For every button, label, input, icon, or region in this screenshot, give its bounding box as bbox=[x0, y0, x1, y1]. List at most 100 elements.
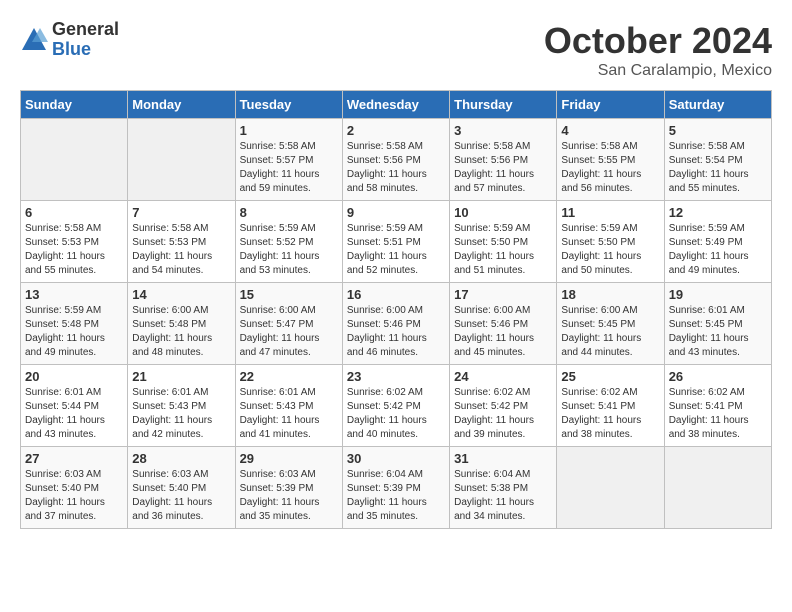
location: San Caralampio, Mexico bbox=[544, 62, 772, 80]
day-number: 23 bbox=[347, 369, 445, 384]
cell-content: Sunrise: 6:01 AMSunset: 5:43 PMDaylight:… bbox=[132, 386, 230, 442]
day-number: 1 bbox=[240, 123, 338, 138]
calendar-cell: 28Sunrise: 6:03 AMSunset: 5:40 PMDayligh… bbox=[128, 447, 235, 529]
day-number: 25 bbox=[561, 369, 659, 384]
calendar-cell: 21 Sunrise: 6:01 AMSunset: 5:43 PMDayligh… bbox=[128, 365, 235, 447]
cell-content: Sunrise: 6:02 AMSunset: 5:42 PMDaylight:… bbox=[347, 386, 445, 442]
day-number: 18 bbox=[561, 287, 659, 302]
cell-content: Sunrise: 5:58 AMSunset: 5:55 PMDaylight:… bbox=[561, 140, 659, 196]
day-of-week-header: Saturday bbox=[664, 91, 771, 119]
cell-content: Sunrise: 5:59 AMSunset: 5:48 PMDaylight:… bbox=[25, 304, 123, 360]
cell-content: Sunrise: 6:00 AMSunset: 5:45 PMDaylight:… bbox=[561, 304, 659, 360]
day-number: 22 bbox=[240, 369, 338, 384]
calendar-cell bbox=[128, 119, 235, 201]
cell-content: Sunrise: 5:59 AMSunset: 5:51 PMDaylight:… bbox=[347, 222, 445, 278]
cell-content: Sunrise: 5:58 AMSunset: 5:57 PMDaylight:… bbox=[240, 140, 338, 196]
logo: General Blue bbox=[20, 20, 119, 60]
cell-content: Sunrise: 5:58 AMSunset: 5:56 PMDaylight:… bbox=[347, 140, 445, 196]
day-number: 29 bbox=[240, 451, 338, 466]
cell-content: Sunrise: 6:02 AMSunset: 5:41 PMDaylight:… bbox=[669, 386, 767, 442]
calendar-cell: 22Sunrise: 6:01 AMSunset: 5:43 PMDayligh… bbox=[235, 365, 342, 447]
calendar-cell: 18 Sunrise: 6:00 AMSunset: 5:45 PMDayligh… bbox=[557, 283, 664, 365]
day-number: 31 bbox=[454, 451, 552, 466]
cell-content: Sunrise: 5:59 AMSunset: 5:49 PMDaylight:… bbox=[669, 222, 767, 278]
day-of-week-header: Thursday bbox=[450, 91, 557, 119]
calendar-cell: 5Sunrise: 5:58 AMSunset: 5:54 PMDaylight… bbox=[664, 119, 771, 201]
day-number: 30 bbox=[347, 451, 445, 466]
day-number: 14 bbox=[132, 287, 230, 302]
calendar-cell: 8Sunrise: 5:59 AMSunset: 5:52 PMDaylight… bbox=[235, 201, 342, 283]
calendar-week-row: 6Sunrise: 5:58 AMSunset: 5:53 PMDaylight… bbox=[21, 201, 772, 283]
cell-content: Sunrise: 5:58 AMSunset: 5:54 PMDaylight:… bbox=[669, 140, 767, 196]
calendar-cell: 9 Sunrise: 5:59 AMSunset: 5:51 PMDaylight… bbox=[342, 201, 449, 283]
calendar-cell bbox=[664, 447, 771, 529]
cell-content: Sunrise: 5:58 AMSunset: 5:53 PMDaylight:… bbox=[25, 222, 123, 278]
cell-content: Sunrise: 5:59 AMSunset: 5:52 PMDaylight:… bbox=[240, 222, 338, 278]
cell-content: Sunrise: 6:03 AMSunset: 5:39 PMDaylight:… bbox=[240, 468, 338, 524]
calendar-cell: 3 Sunrise: 5:58 AMSunset: 5:56 PMDaylight… bbox=[450, 119, 557, 201]
calendar-cell: 20Sunrise: 6:01 AMSunset: 5:44 PMDayligh… bbox=[21, 365, 128, 447]
cell-content: Sunrise: 6:03 AMSunset: 5:40 PMDaylight:… bbox=[25, 468, 123, 524]
calendar-cell bbox=[557, 447, 664, 529]
day-number: 16 bbox=[347, 287, 445, 302]
cell-content: Sunrise: 5:59 AMSunset: 5:50 PMDaylight:… bbox=[561, 222, 659, 278]
cell-content: Sunrise: 5:59 AMSunset: 5:50 PMDaylight:… bbox=[454, 222, 552, 278]
calendar-body: 1 Sunrise: 5:58 AMSunset: 5:57 PMDaylight… bbox=[21, 119, 772, 529]
day-number: 19 bbox=[669, 287, 767, 302]
day-number: 28 bbox=[132, 451, 230, 466]
day-number: 13 bbox=[25, 287, 123, 302]
calendar-cell: 2 Sunrise: 5:58 AMSunset: 5:56 PMDaylight… bbox=[342, 119, 449, 201]
day-of-week-header: Friday bbox=[557, 91, 664, 119]
calendar-week-row: 13 Sunrise: 5:59 AMSunset: 5:48 PMDayligh… bbox=[21, 283, 772, 365]
calendar-header: SundayMondayTuesdayWednesdayThursdayFrid… bbox=[21, 91, 772, 119]
day-number: 15 bbox=[240, 287, 338, 302]
cell-content: Sunrise: 6:01 AMSunset: 5:45 PMDaylight:… bbox=[669, 304, 767, 360]
logo-blue-text: Blue bbox=[52, 40, 119, 60]
cell-content: Sunrise: 6:00 AMSunset: 5:47 PMDaylight:… bbox=[240, 304, 338, 360]
day-number: 17 bbox=[454, 287, 552, 302]
calendar-cell: 12Sunrise: 5:59 AMSunset: 5:49 PMDayligh… bbox=[664, 201, 771, 283]
calendar-cell: 15 Sunrise: 6:00 AMSunset: 5:47 PMDayligh… bbox=[235, 283, 342, 365]
day-number: 4 bbox=[561, 123, 659, 138]
calendar-cell: 7Sunrise: 5:58 AMSunset: 5:53 PMDaylight… bbox=[128, 201, 235, 283]
calendar-table: SundayMondayTuesdayWednesdayThursdayFrid… bbox=[20, 90, 772, 529]
calendar-cell: 24 Sunrise: 6:02 AMSunset: 5:42 PMDayligh… bbox=[450, 365, 557, 447]
calendar-cell: 17 Sunrise: 6:00 AMSunset: 5:46 PMDayligh… bbox=[450, 283, 557, 365]
day-of-week-header: Wednesday bbox=[342, 91, 449, 119]
calendar-cell: 27Sunrise: 6:03 AMSunset: 5:40 PMDayligh… bbox=[21, 447, 128, 529]
calendar-cell: 29 Sunrise: 6:03 AMSunset: 5:39 PMDayligh… bbox=[235, 447, 342, 529]
cell-content: Sunrise: 6:02 AMSunset: 5:41 PMDaylight:… bbox=[561, 386, 659, 442]
day-number: 24 bbox=[454, 369, 552, 384]
day-number: 3 bbox=[454, 123, 552, 138]
cell-content: Sunrise: 5:58 AMSunset: 5:56 PMDaylight:… bbox=[454, 140, 552, 196]
calendar-week-row: 1 Sunrise: 5:58 AMSunset: 5:57 PMDaylight… bbox=[21, 119, 772, 201]
cell-content: Sunrise: 6:04 AMSunset: 5:38 PMDaylight:… bbox=[454, 468, 552, 524]
day-number: 9 bbox=[347, 205, 445, 220]
cell-content: Sunrise: 6:00 AMSunset: 5:46 PMDaylight:… bbox=[347, 304, 445, 360]
calendar-cell: 4 Sunrise: 5:58 AMSunset: 5:55 PMDaylight… bbox=[557, 119, 664, 201]
calendar-cell: 19 Sunrise: 6:01 AMSunset: 5:45 PMDayligh… bbox=[664, 283, 771, 365]
calendar-cell: 23 Sunrise: 6:02 AMSunset: 5:42 PMDayligh… bbox=[342, 365, 449, 447]
cell-content: Sunrise: 6:02 AMSunset: 5:42 PMDaylight:… bbox=[454, 386, 552, 442]
header-row: SundayMondayTuesdayWednesdayThursdayFrid… bbox=[21, 91, 772, 119]
month-title: October 2024 bbox=[544, 20, 772, 62]
calendar-cell: 30 Sunrise: 6:04 AMSunset: 5:39 PMDayligh… bbox=[342, 447, 449, 529]
day-number: 7 bbox=[132, 205, 230, 220]
calendar-week-row: 27Sunrise: 6:03 AMSunset: 5:40 PMDayligh… bbox=[21, 447, 772, 529]
title-block: October 2024 San Caralampio, Mexico bbox=[544, 20, 772, 80]
day-number: 21 bbox=[132, 369, 230, 384]
calendar-cell: 16 Sunrise: 6:00 AMSunset: 5:46 PMDayligh… bbox=[342, 283, 449, 365]
calendar-week-row: 20Sunrise: 6:01 AMSunset: 5:44 PMDayligh… bbox=[21, 365, 772, 447]
calendar-cell: 31 Sunrise: 6:04 AMSunset: 5:38 PMDayligh… bbox=[450, 447, 557, 529]
day-number: 20 bbox=[25, 369, 123, 384]
day-of-week-header: Sunday bbox=[21, 91, 128, 119]
calendar-cell: 6Sunrise: 5:58 AMSunset: 5:53 PMDaylight… bbox=[21, 201, 128, 283]
cell-content: Sunrise: 6:00 AMSunset: 5:46 PMDaylight:… bbox=[454, 304, 552, 360]
cell-content: Sunrise: 6:00 AMSunset: 5:48 PMDaylight:… bbox=[132, 304, 230, 360]
day-number: 2 bbox=[347, 123, 445, 138]
logo-icon bbox=[20, 26, 48, 54]
cell-content: Sunrise: 6:04 AMSunset: 5:39 PMDaylight:… bbox=[347, 468, 445, 524]
page-header: General Blue October 2024 San Caralampio… bbox=[20, 20, 772, 80]
logo-general-text: General bbox=[52, 20, 119, 40]
day-number: 26 bbox=[669, 369, 767, 384]
